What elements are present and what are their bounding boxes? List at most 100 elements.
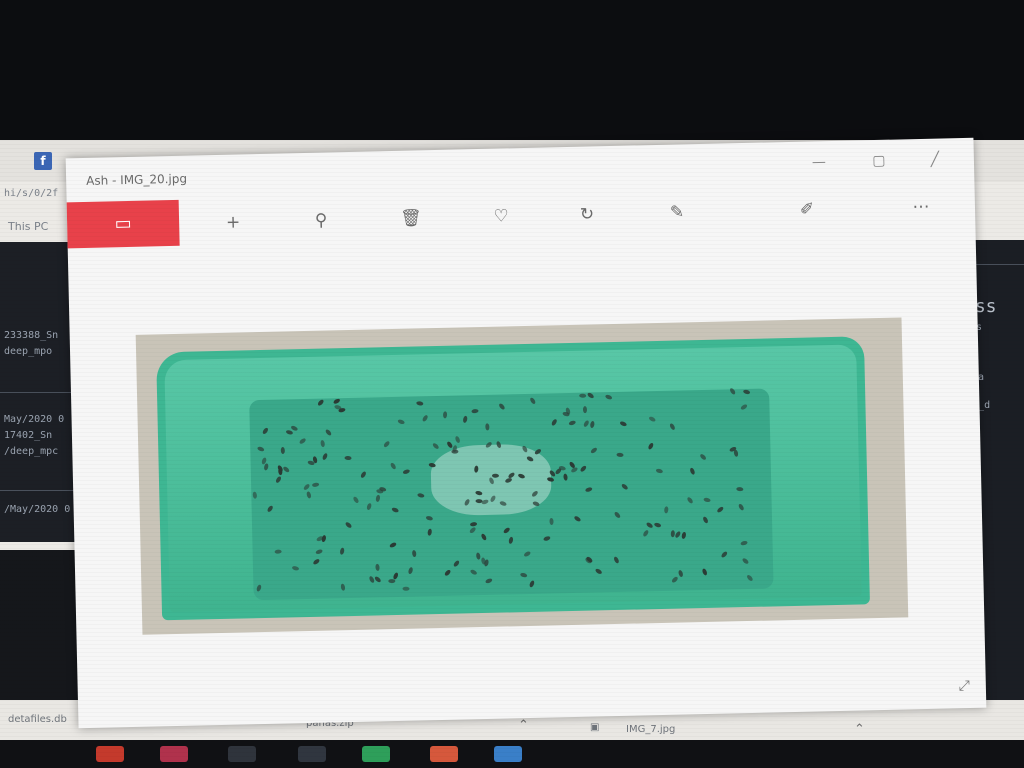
photo-display[interactable] bbox=[135, 317, 909, 635]
insect-speck bbox=[252, 491, 258, 499]
rotate-button[interactable]: ↻ bbox=[567, 196, 608, 233]
insect-speck bbox=[582, 419, 590, 428]
insect-speck bbox=[443, 568, 452, 577]
insect-speck bbox=[549, 517, 554, 526]
insect-speck bbox=[425, 515, 434, 522]
taskbar-app-icon[interactable] bbox=[430, 746, 458, 762]
insect-speck bbox=[373, 575, 382, 584]
facebook-favicon-icon[interactable]: f bbox=[34, 152, 52, 170]
taskbar-app-icon[interactable] bbox=[298, 746, 326, 762]
insect-speck bbox=[677, 569, 684, 578]
insect-speck bbox=[291, 565, 300, 572]
zoom-button[interactable]: ⚲ bbox=[301, 202, 342, 239]
insect-speck bbox=[266, 504, 274, 513]
insect-speck bbox=[469, 568, 478, 576]
insect-speck bbox=[582, 406, 588, 414]
insect-speck bbox=[274, 475, 283, 484]
fullscreen-icon[interactable]: ⤢ bbox=[958, 678, 970, 694]
insect-speck bbox=[324, 428, 333, 437]
insect-speck bbox=[340, 583, 346, 592]
insect-speck bbox=[261, 426, 270, 435]
insect-speck bbox=[256, 445, 265, 453]
view-image-button[interactable]: ▭ bbox=[66, 199, 180, 249]
insect-speck bbox=[321, 452, 329, 461]
insect-speck bbox=[344, 521, 353, 529]
insect-speck bbox=[702, 515, 709, 524]
chevron-up-icon[interactable]: ⌃ bbox=[518, 718, 529, 733]
taskbar-app-icon[interactable] bbox=[96, 746, 124, 762]
insect-speck bbox=[321, 534, 327, 543]
insect-speck bbox=[686, 496, 694, 505]
green-tray bbox=[156, 336, 870, 621]
insect-speck bbox=[332, 397, 341, 405]
insect-speck bbox=[742, 389, 751, 395]
insect-speck bbox=[484, 577, 493, 585]
insect-speck bbox=[407, 566, 414, 575]
insect-speck bbox=[529, 396, 537, 405]
add-button[interactable]: + bbox=[213, 204, 254, 241]
browser-tab-label[interactable]: This PC bbox=[8, 220, 48, 233]
taskbar-app-icon[interactable] bbox=[228, 746, 256, 762]
terminal-line: 17402_Sn bbox=[4, 430, 53, 441]
maximize-icon[interactable]: ▢ bbox=[864, 150, 894, 173]
insect-speck bbox=[668, 422, 676, 431]
image-file-icon: ▣ bbox=[590, 722, 600, 733]
more-icon: ⋯ bbox=[912, 196, 930, 218]
insect-speck bbox=[701, 567, 708, 576]
browser-url-fragment: hi/s/0/2f bbox=[4, 188, 59, 199]
insect-speck bbox=[508, 536, 514, 545]
close-icon[interactable]: ╱ bbox=[920, 148, 950, 171]
delete-button[interactable]: 🗑 bbox=[391, 200, 432, 237]
insect-speck bbox=[397, 418, 406, 425]
insect-speck bbox=[703, 497, 711, 503]
favorite-button[interactable]: ♡ bbox=[481, 198, 522, 235]
crop-button[interactable]: ✎ bbox=[657, 194, 698, 231]
insect-speck bbox=[523, 550, 532, 558]
insect-speck bbox=[431, 442, 440, 450]
window-title: Ash - IMG_20.jpg bbox=[86, 171, 188, 188]
insect-speck bbox=[579, 464, 588, 473]
terminal-line: May/2020 0 bbox=[4, 414, 65, 425]
insect-speck bbox=[302, 483, 311, 491]
insect-speck bbox=[312, 558, 321, 566]
insect-speck bbox=[674, 530, 682, 539]
insect-speck bbox=[416, 400, 424, 406]
chevron-up-icon[interactable]: ⌃ bbox=[854, 722, 865, 737]
insect-speck bbox=[388, 541, 398, 549]
edit-button[interactable]: ✐ bbox=[787, 191, 828, 228]
taskbar-app-icon[interactable] bbox=[362, 746, 390, 762]
taskbar-app-icon[interactable] bbox=[494, 746, 522, 762]
rotate-icon: ↻ bbox=[579, 204, 595, 225]
more-options-button[interactable]: ⋯ bbox=[901, 189, 942, 226]
insect-speck bbox=[375, 488, 384, 494]
insect-speck bbox=[452, 559, 461, 568]
download-item-label[interactable]: detafiles.db bbox=[8, 714, 67, 725]
insect-speck bbox=[736, 486, 744, 492]
photos-app-window: Ash - IMG_20.jpg — ▢ ╱ ▭ + ⚲ 🗑 ♡ ↻ ✎ ✐ ⋯… bbox=[65, 137, 987, 729]
insect-speck bbox=[298, 437, 307, 445]
insect-speck bbox=[480, 532, 488, 542]
insect-speck bbox=[716, 505, 725, 514]
insect-speck bbox=[589, 446, 598, 455]
taskbar-app-icon[interactable] bbox=[160, 746, 188, 762]
insect-speck bbox=[528, 579, 536, 588]
minimize-icon[interactable]: — bbox=[804, 151, 834, 174]
insect-speck bbox=[427, 528, 433, 536]
insect-speck bbox=[388, 579, 396, 584]
insect-speck bbox=[498, 402, 506, 411]
insect-speck bbox=[316, 398, 325, 407]
plus-icon: + bbox=[225, 212, 241, 233]
insect-speck bbox=[421, 414, 429, 423]
terminal-line: deep_mpo bbox=[4, 346, 53, 357]
download-item-label[interactable]: IMG_7.jpg bbox=[626, 724, 675, 735]
insect-speck bbox=[670, 575, 679, 584]
crop-icon: ✎ bbox=[669, 202, 685, 223]
terminal-line: 233388_Sn bbox=[4, 330, 59, 341]
insect-speck bbox=[462, 415, 468, 424]
insect-speck bbox=[339, 547, 345, 556]
trash-icon: 🗑 bbox=[400, 208, 423, 229]
insect-speck bbox=[391, 506, 400, 514]
insect-speck bbox=[579, 393, 587, 398]
insect-speck bbox=[285, 429, 294, 436]
insect-speck bbox=[745, 574, 754, 582]
